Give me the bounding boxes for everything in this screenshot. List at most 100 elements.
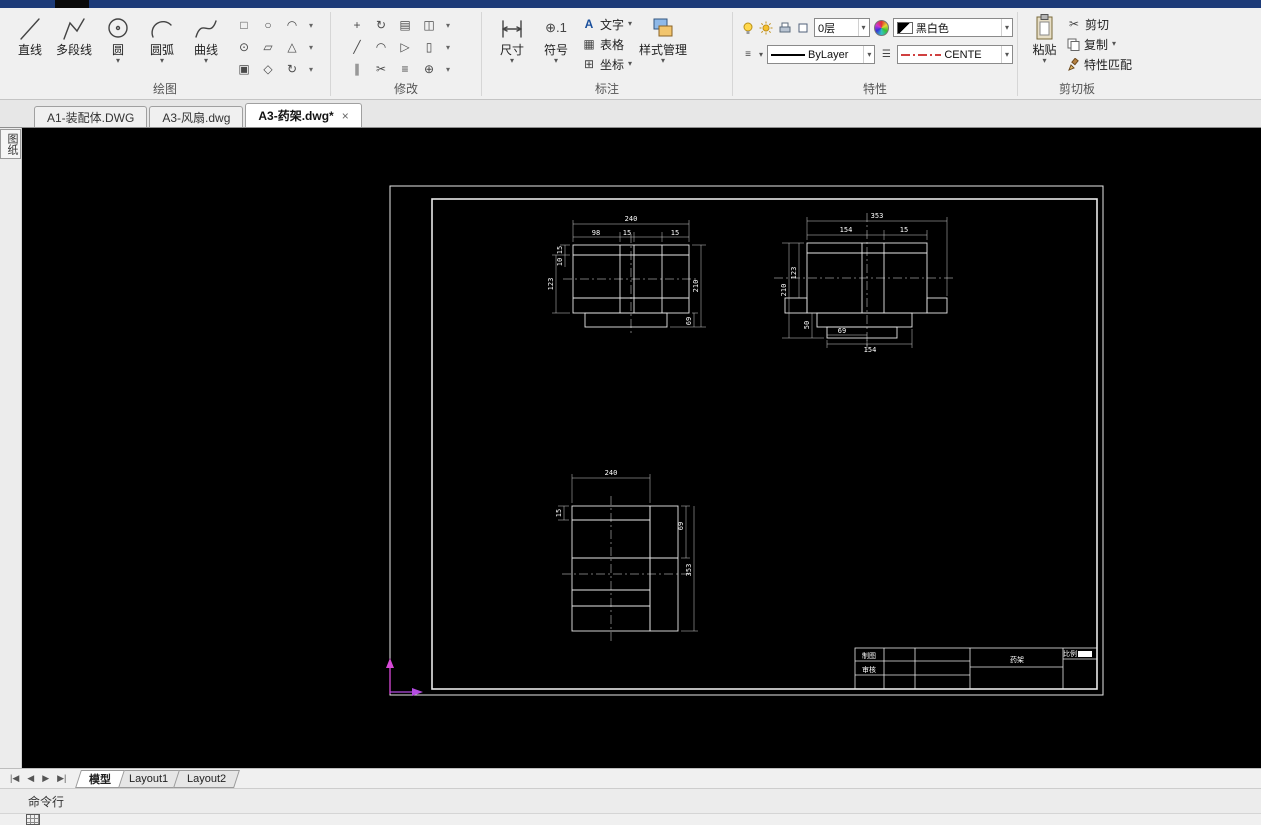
donut-icon[interactable]: ⊙ — [234, 37, 254, 57]
revision-cloud-icon[interactable]: ▱ — [258, 37, 278, 57]
explode-icon[interactable]: ≡ — [395, 59, 415, 79]
layer-select[interactable]: 0层 ▾ — [814, 18, 870, 37]
dropdown-icon[interactable]: ▾ — [204, 57, 208, 65]
coordinate-button[interactable]: ⊞ 坐标 ▾ — [582, 54, 632, 74]
offset-icon[interactable]: ∥ — [347, 59, 367, 79]
dim-label: 15 — [900, 226, 908, 234]
annotate-panel-label: 标注 — [594, 82, 619, 96]
trim-icon[interactable]: ╱ — [347, 37, 367, 57]
ribbon-panel-annotate: 尺寸 ▾ ⊕.1 符号 ▾ A 文字 ▾ ▦ 表格 ⊞ 坐标 ▾ 样式管理 ▾ … — [482, 8, 732, 99]
layer-states-icon[interactable]: ≡ — [741, 49, 755, 60]
view-front-dimension-text: 240 98 15 15 15 123 10 210 69 — [547, 215, 700, 325]
symbol-button[interactable]: ⊕.1 符号 ▾ — [534, 11, 578, 65]
dropdown-icon[interactable]: ▾ — [1000, 46, 1009, 63]
model-tab[interactable]: 模型 — [75, 769, 126, 788]
linetype-select[interactable]: CENTE ▾ — [897, 45, 1013, 64]
ellipse-icon[interactable]: ○ — [258, 15, 278, 35]
join-icon[interactable]: ⊕ — [419, 59, 439, 79]
layer-freeze-sun-icon[interactable] — [759, 20, 773, 35]
break-icon[interactable]: ✂ — [371, 59, 391, 79]
layer-plot-printer-icon[interactable] — [778, 20, 792, 35]
polyline-button[interactable]: 多段线 — [52, 11, 96, 57]
layout1-tab[interactable]: Layout1 — [115, 769, 183, 788]
ribbon-empty-space — [1136, 8, 1261, 99]
next-layout-button[interactable]: ▶ — [38, 773, 53, 784]
layout2-tab[interactable]: Layout2 — [172, 769, 240, 788]
point-icon[interactable]: ◇ — [258, 59, 278, 79]
line-button[interactable]: 直线 — [8, 11, 52, 57]
dropdown-icon[interactable]: ▾ — [1000, 19, 1009, 36]
region-icon[interactable]: ▣ — [234, 59, 254, 79]
layout1-tab-label: Layout1 — [129, 772, 169, 785]
fillet-icon[interactable]: ◠ — [371, 37, 391, 57]
dropdown-icon[interactable]: ▾ — [1112, 40, 1116, 48]
style-manager-button[interactable]: 样式管理 ▾ — [632, 11, 694, 65]
dropdown-icon[interactable]: ▾ — [857, 19, 866, 36]
grid-display-icon[interactable] — [26, 814, 40, 825]
cut-button[interactable]: ✂ 剪切 — [1067, 14, 1132, 34]
doc-tab-medicine-shelf-active[interactable]: A3-药架.dwg* × — [245, 103, 362, 127]
rectangle-icon[interactable]: □ — [234, 15, 254, 35]
dropdown-icon[interactable]: ▾ — [661, 57, 665, 65]
part-name-label: 药架 — [1010, 655, 1024, 664]
dropdown-icon[interactable]: ▾ — [306, 15, 316, 35]
last-layout-button[interactable]: ▶| — [53, 773, 70, 784]
ucs-icon — [386, 658, 423, 696]
app-menu-segment[interactable] — [55, 0, 89, 8]
dropdown-icon[interactable]: ▾ — [443, 15, 453, 35]
array-icon[interactable]: ▤ — [395, 15, 415, 35]
dimension-button[interactable]: 尺寸 ▾ — [490, 11, 534, 65]
table-button[interactable]: ▦ 表格 — [582, 34, 632, 54]
arc-button[interactable]: 圆弧 ▾ — [140, 11, 184, 65]
polygon-icon[interactable]: △ — [282, 37, 302, 57]
copy-button[interactable]: 复制 ▾ — [1067, 34, 1132, 54]
match-properties-button[interactable]: 特性匹配 — [1067, 54, 1132, 74]
dropdown-icon[interactable]: ▾ — [306, 59, 316, 79]
dropdown-icon[interactable]: ▾ — [443, 59, 453, 79]
first-layout-button[interactable]: |◀ — [6, 773, 23, 784]
sheet-palette-tab[interactable]: 图纸 — [0, 129, 21, 159]
dropdown-icon[interactable]: ▾ — [116, 57, 120, 65]
text-button[interactable]: A 文字 ▾ — [582, 14, 632, 34]
dropdown-icon[interactable]: ▾ — [554, 57, 558, 65]
scale-icon[interactable]: ▷ — [395, 37, 415, 57]
color-select[interactable]: 黑白色 ▾ — [892, 18, 1013, 37]
move-icon[interactable]: + — [347, 15, 367, 35]
color-wheel-icon[interactable] — [873, 19, 889, 36]
stretch-icon[interactable]: ▯ — [419, 37, 439, 57]
dim-label: 98 — [592, 229, 600, 237]
view-top-centerlines — [562, 496, 690, 642]
hatch-icon[interactable]: ↻ — [282, 59, 302, 79]
circle-button[interactable]: 圆 ▾ — [96, 11, 140, 65]
spline-button[interactable]: 曲线 ▾ — [184, 11, 228, 65]
dropdown-icon[interactable]: ▾ — [759, 50, 763, 59]
command-line-panel[interactable]: 命令行 — [0, 788, 1261, 813]
layer-lock-icon[interactable] — [796, 20, 810, 35]
dropdown-icon[interactable]: ▾ — [160, 57, 164, 65]
ellipse-arc-icon[interactable]: ◠ — [282, 15, 302, 35]
dim-label: 69 — [838, 327, 846, 335]
dropdown-icon[interactable]: ▾ — [443, 37, 453, 57]
doc-tab-fan[interactable]: A3-风扇.dwg — [149, 106, 244, 127]
dim-label: 15 — [623, 229, 631, 237]
title-block-maker-label: 制图 — [862, 651, 876, 660]
spline-icon — [195, 20, 217, 38]
lineweight-select[interactable]: ByLayer ▾ — [767, 45, 876, 64]
mirror-icon[interactable]: ◫ — [419, 15, 439, 35]
previous-layout-button[interactable]: ◀ — [23, 773, 38, 784]
dropdown-icon[interactable]: ▾ — [306, 37, 316, 57]
close-tab-icon[interactable]: × — [342, 109, 349, 123]
linetype-list-icon[interactable]: ☰ — [879, 49, 893, 60]
arc-icon — [151, 21, 172, 38]
dropdown-icon[interactable]: ▾ — [1042, 57, 1046, 65]
dropdown-icon[interactable]: ▾ — [510, 57, 514, 65]
paste-button[interactable]: 粘贴 ▾ — [1026, 11, 1063, 65]
draw-tool-grid: □ ○ ◠ ▾ ⊙ ▱ △ ▾ ▣ ◇ ↻ ▾ — [234, 15, 318, 81]
dim-label: 240 — [625, 215, 638, 223]
sheet-frame — [389, 185, 1104, 696]
rotate-icon[interactable]: ↻ — [371, 15, 391, 35]
layer-on-bulb-icon[interactable] — [741, 20, 755, 35]
dropdown-icon[interactable]: ▾ — [863, 46, 871, 63]
doc-tab-assembly[interactable]: A1-装配体.DWG — [34, 106, 148, 127]
model-space-canvas[interactable]: 240 98 15 15 15 123 10 210 69 353 154 15… — [22, 128, 1261, 768]
